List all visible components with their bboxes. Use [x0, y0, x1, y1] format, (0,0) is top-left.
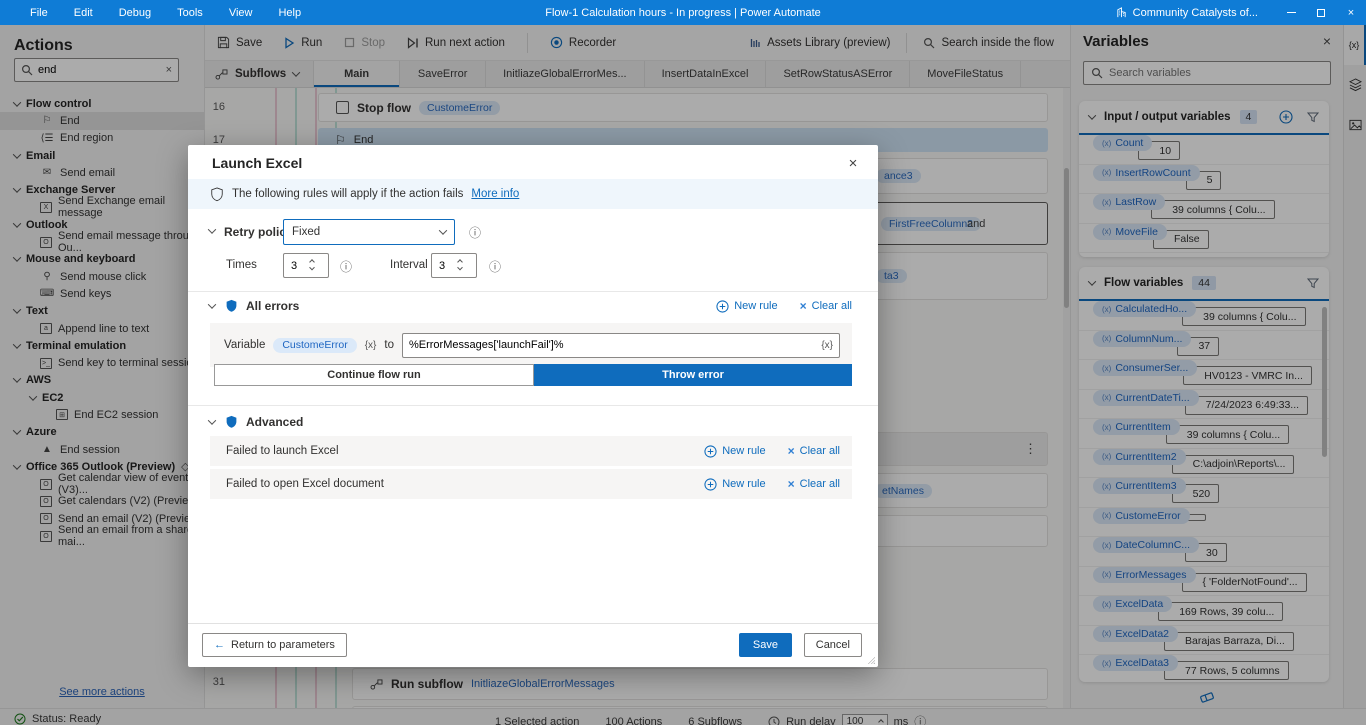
all-errors-header: All errors New rule × Clear all [188, 297, 878, 315]
chevron-down-icon[interactable] [208, 300, 216, 308]
divider [188, 291, 878, 292]
option-label: Throw error [662, 369, 724, 381]
error-variable-rule: Variable CustomeError {x} to {x} [210, 323, 852, 367]
save-button[interactable]: Save [739, 633, 792, 657]
dialog-footer: ← Return to parameters Save Cancel [188, 623, 878, 667]
menu-file[interactable]: File [30, 7, 48, 19]
clear-all-button[interactable]: × Clear all [800, 299, 852, 313]
error-value-field[interactable]: {x} [402, 333, 840, 358]
advanced-header: Advanced [188, 413, 878, 431]
close-button[interactable]: × [1336, 0, 1366, 25]
plus-circle-icon [704, 478, 717, 491]
cancel-label: Cancel [816, 639, 850, 651]
clear-all-label: Clear all [800, 478, 840, 490]
x-icon: × [788, 477, 795, 491]
clear-all-button[interactable]: × Clear all [788, 444, 840, 458]
titlebar: File Edit Debug Tools View Help Flow-1 C… [0, 0, 1366, 25]
shield-icon [225, 415, 238, 429]
times-value[interactable] [284, 260, 308, 272]
menu-debug[interactable]: Debug [119, 7, 151, 19]
info-icon[interactable]: ⓘ [489, 258, 501, 275]
maximize-icon [1317, 9, 1325, 17]
chevron-down-icon [439, 226, 447, 234]
app-window: Actions × Flow control ⚐End ⟨☰End region… [0, 25, 1366, 725]
organization-icon [1116, 7, 1127, 18]
new-rule-label: New rule [722, 445, 765, 457]
close-icon: × [1348, 7, 1354, 19]
error-mode-toggle: Continue flow run Throw error [214, 364, 852, 386]
interval-input[interactable] [431, 253, 477, 278]
more-info-link[interactable]: More info [471, 188, 519, 200]
resize-grip[interactable] [867, 656, 875, 664]
advanced-rule-open: Failed to open Excel document New rule ×… [210, 469, 852, 499]
new-rule-label: New rule [734, 300, 777, 312]
interval-label: Interval [390, 259, 428, 271]
cancel-button[interactable]: Cancel [804, 633, 862, 657]
error-value-input[interactable] [409, 339, 821, 351]
dialog-title: Launch Excel [212, 155, 302, 171]
arrow-left-icon: ← [214, 639, 225, 651]
menubar: File Edit Debug Tools View Help [0, 7, 301, 19]
x-icon: × [800, 299, 807, 313]
interval-value[interactable] [432, 260, 456, 272]
new-rule-button[interactable]: New rule [704, 477, 765, 491]
info-icon[interactable]: ⓘ [469, 224, 481, 241]
chevron-down-icon[interactable] [208, 225, 216, 233]
x-icon: × [788, 444, 795, 458]
variable-pill[interactable]: CustomeError [273, 338, 356, 353]
continue-flow-run-option[interactable]: Continue flow run [214, 364, 534, 386]
maximize-button[interactable] [1306, 0, 1336, 25]
retry-policy-row: Retry policy Fixed ⓘ [188, 219, 878, 245]
retry-policy-value: Fixed [292, 226, 320, 238]
minimize-icon [1287, 12, 1296, 13]
banner-text: The following rules will apply if the ac… [232, 188, 463, 200]
menu-view[interactable]: View [229, 7, 253, 19]
advanced-label: Advanced [246, 415, 303, 429]
error-rules-banner: The following rules will apply if the ac… [188, 179, 878, 209]
new-rule-button[interactable]: New rule [716, 299, 777, 313]
close-icon[interactable]: × [842, 152, 864, 174]
stepper-down-icon[interactable] [457, 265, 463, 271]
throw-error-option[interactable]: Throw error [534, 364, 852, 386]
shield-icon [210, 187, 224, 202]
advanced-rule-launch: Failed to launch Excel New rule × Clear … [210, 436, 852, 466]
new-rule-label: New rule [722, 478, 765, 490]
variable-label: Variable [224, 339, 265, 351]
menu-tools[interactable]: Tools [177, 7, 203, 19]
all-errors-label: All errors [246, 299, 299, 313]
account-label: Community Catalysts of... [1133, 7, 1258, 19]
info-icon[interactable]: ⓘ [340, 258, 352, 275]
return-to-parameters-button[interactable]: ← Return to parameters [202, 633, 347, 657]
save-label: Save [753, 639, 778, 651]
clear-all-label: Clear all [800, 445, 840, 457]
clear-all-label: Clear all [812, 300, 852, 312]
shield-icon [225, 299, 238, 313]
plus-circle-icon [716, 300, 729, 313]
rule-label: Failed to launch Excel [226, 445, 339, 457]
option-label: Continue flow run [327, 369, 420, 381]
plus-circle-icon [704, 445, 717, 458]
to-label: to [384, 339, 394, 351]
times-label: Times [226, 259, 257, 271]
fx-icon[interactable]: {x} [821, 340, 833, 351]
menu-edit[interactable]: Edit [74, 7, 93, 19]
clear-all-button[interactable]: × Clear all [788, 477, 840, 491]
divider [188, 405, 878, 406]
account-button[interactable]: Community Catalysts of... [1116, 7, 1258, 19]
retry-policy-select[interactable]: Fixed [283, 219, 455, 245]
chevron-down-icon[interactable] [208, 416, 216, 424]
new-rule-button[interactable]: New rule [704, 444, 765, 458]
minimize-button[interactable] [1276, 0, 1306, 25]
fx-icon: {x} [365, 340, 377, 351]
return-label: Return to parameters [231, 639, 335, 651]
retry-values-row: Times ⓘ Interval ⓘ [188, 253, 878, 278]
rule-label: Failed to open Excel document [226, 478, 384, 490]
menu-help[interactable]: Help [278, 7, 301, 19]
stepper-down-icon[interactable] [309, 265, 315, 271]
launch-excel-dialog: Launch Excel × The following rules will … [188, 145, 878, 667]
times-input[interactable] [283, 253, 329, 278]
